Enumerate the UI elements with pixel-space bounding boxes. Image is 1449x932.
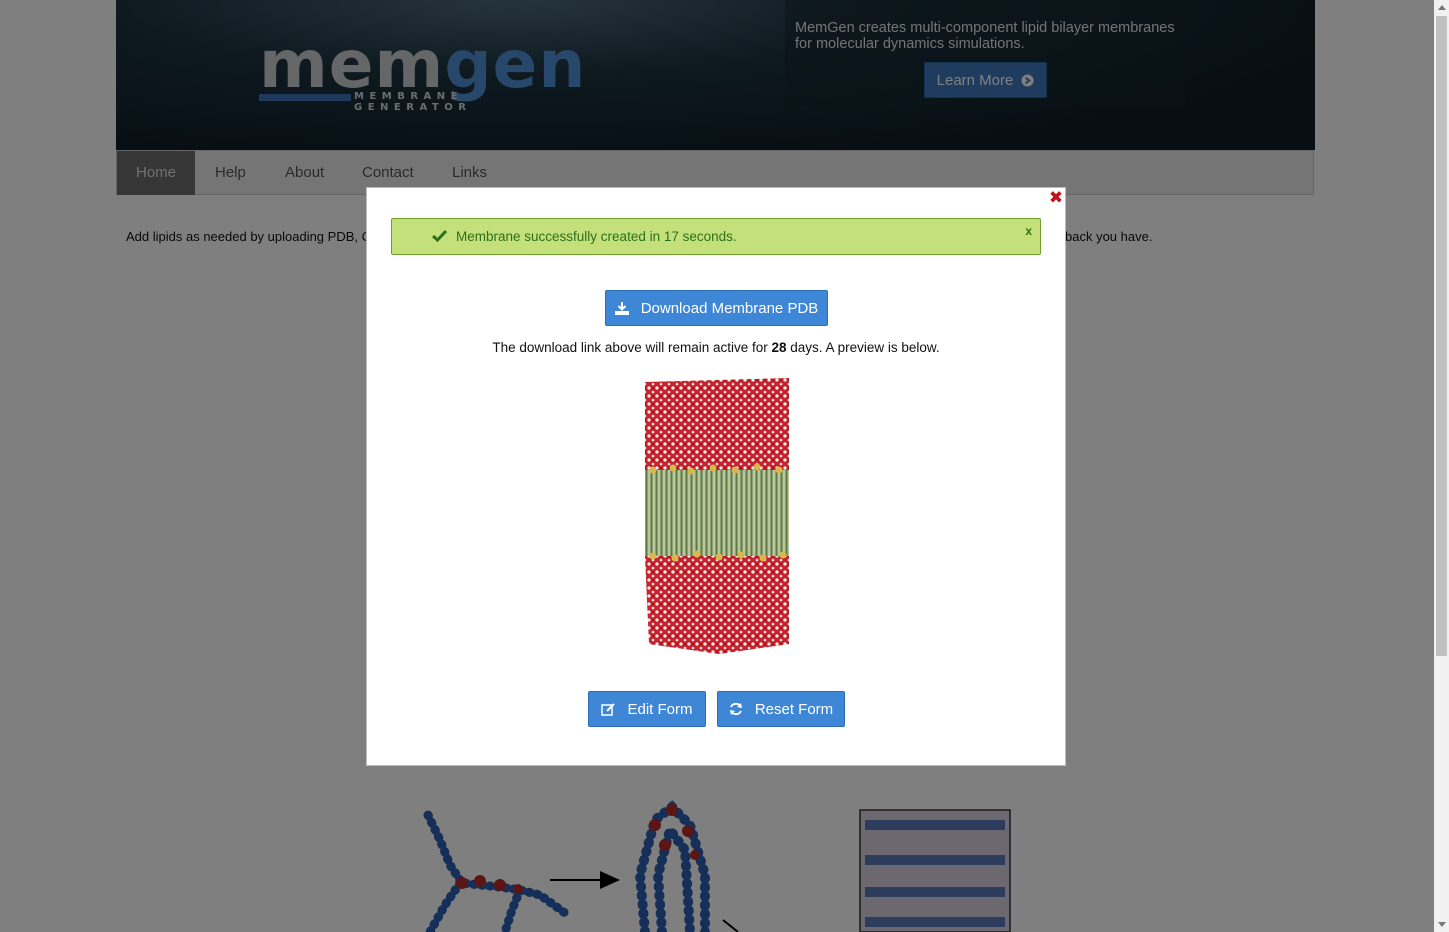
close-icon[interactable]: ✖	[1048, 189, 1064, 206]
edit-form-label: Edit Form	[627, 700, 693, 718]
download-membrane-button[interactable]: Download Membrane PDB	[605, 290, 828, 326]
success-alert: Membrane successfully created in 17 seco…	[391, 218, 1041, 255]
download-icon	[614, 301, 629, 315]
reset-form-label: Reset Form	[754, 700, 834, 718]
check-icon	[432, 229, 447, 242]
page-scrollbar[interactable]	[1434, 0, 1449, 932]
notice-prefix: The download link above will remain acti…	[492, 340, 772, 355]
membrane-preview-image	[645, 378, 789, 654]
edit-form-button[interactable]: Edit Form	[588, 691, 706, 727]
download-notice: The download link above will remain acti…	[367, 340, 1065, 355]
refresh-icon	[729, 702, 742, 716]
edit-icon	[601, 702, 616, 716]
scroll-up-arrow-icon[interactable]	[1438, 5, 1446, 10]
notice-days: 28	[771, 340, 787, 355]
reset-form-button[interactable]: Reset Form	[717, 691, 845, 727]
alert-dismiss-button[interactable]: x	[1025, 224, 1032, 238]
alert-message: Membrane successfully created in 17 seco…	[456, 229, 737, 244]
notice-suffix: days. A preview is below.	[786, 340, 940, 355]
scrollbar-thumb[interactable]	[1436, 16, 1447, 656]
scroll-down-arrow-icon[interactable]	[1438, 922, 1446, 927]
result-modal: ✖ Membrane successfully created in 17 se…	[366, 187, 1066, 766]
download-label: Download Membrane PDB	[640, 299, 819, 317]
